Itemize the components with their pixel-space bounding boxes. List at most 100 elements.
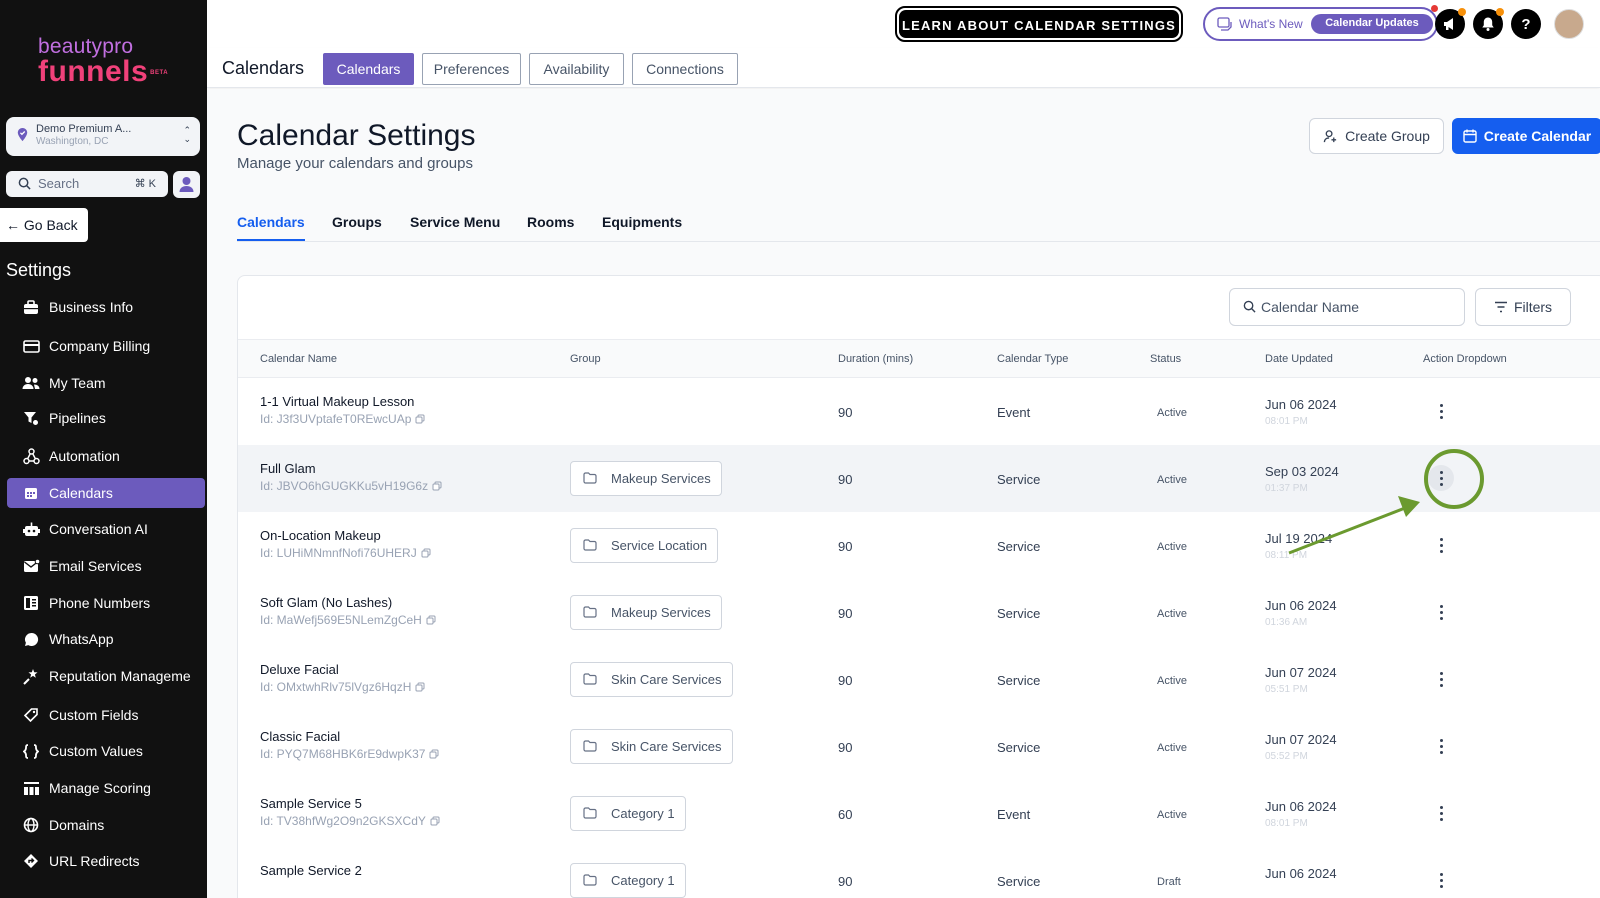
brand-logo[interactable]: beautypro funnels BETA — [38, 36, 168, 87]
action-dropdown-button[interactable] — [1428, 867, 1454, 893]
whats-new-button[interactable]: What's New Calendar Updates — [1203, 5, 1438, 41]
tab-preferences[interactable]: Preferences — [422, 53, 521, 85]
table-row[interactable]: 1-1 Virtual Makeup Lesson Id: J3f3UVptafe… — [238, 378, 1600, 446]
sidebar-item-company-billing[interactable]: Company Billing — [7, 331, 205, 361]
group-chip[interactable]: Skin Care Services — [570, 729, 733, 764]
location-switcher[interactable]: Demo Premium A... Washington, DC ⌃ ⌄ — [6, 117, 200, 156]
subtab-rooms[interactable]: Rooms — [527, 214, 574, 230]
group-chip[interactable]: Category 1 — [570, 863, 686, 898]
calendar-icon — [1463, 129, 1477, 143]
sidebar-item-phone-numbers[interactable]: Phone Numbers — [7, 588, 205, 618]
sub-header: Calendars Calendars Preferences Availabi… — [207, 48, 1600, 88]
header-group[interactable]: Group — [570, 353, 601, 365]
calendar-name[interactable]: Sample Service 2 — [260, 863, 362, 878]
copy-icon[interactable] — [426, 615, 436, 625]
table-header: Calendar Name Group Duration (mins) Cale… — [238, 339, 1600, 378]
subtab-equipments[interactable]: Equipments — [602, 214, 682, 230]
create-calendar-button[interactable]: Create Calendar — [1452, 118, 1600, 154]
calendar-name[interactable]: Soft Glam (No Lashes) — [260, 595, 392, 610]
search-icon — [18, 177, 31, 190]
tag-icon — [22, 706, 40, 724]
sidebar-item-automation[interactable]: Automation — [7, 441, 205, 471]
table-row[interactable]: Deluxe Facial Id: OMxtwhRlv75lVgz6HqzH Ski… — [238, 646, 1600, 714]
calendar-search-placeholder: Calendar Name — [1261, 299, 1360, 315]
sidebar-item-email-services[interactable]: Email Services — [7, 551, 205, 581]
calendar-name[interactable]: 1-1 Virtual Makeup Lesson — [260, 394, 414, 409]
sidebar-search[interactable]: Search ⌘ K — [6, 171, 168, 197]
table-row[interactable]: Soft Glam (No Lashes) Id: MaWefj569E5NLem… — [238, 579, 1600, 647]
action-dropdown-button[interactable] — [1428, 733, 1454, 759]
help-button[interactable]: ? — [1511, 9, 1541, 39]
braces-icon — [22, 742, 40, 760]
calendar-name[interactable]: Sample Service 5 — [260, 796, 362, 811]
sidebar-item-conversation-ai[interactable]: Conversation AI — [7, 514, 205, 544]
section-title: Calendars — [222, 58, 305, 78]
copy-icon[interactable] — [432, 481, 442, 491]
sidebar-item-custom-fields[interactable]: Custom Fields — [7, 700, 205, 730]
copy-icon[interactable] — [430, 816, 440, 826]
group-label: Category 1 — [611, 873, 675, 888]
announcement-button[interactable] — [1435, 8, 1466, 39]
group-chip[interactable]: Makeup Services — [570, 461, 722, 496]
sidebar-item-manage-scoring[interactable]: Manage Scoring — [7, 773, 205, 803]
notifications-button[interactable] — [1473, 8, 1504, 39]
action-dropdown-button[interactable] — [1428, 666, 1454, 692]
sidebar-item-pipelines[interactable]: Pipelines — [7, 403, 205, 433]
tab-calendars[interactable]: Calendars — [323, 53, 414, 85]
avatar[interactable] — [1554, 9, 1584, 39]
table-row[interactable]: Sample Service 2 Category 1 90 Service Draft… — [238, 847, 1600, 898]
status-badge: Active — [1157, 675, 1187, 687]
calendar-name[interactable]: Deluxe Facial — [260, 662, 339, 677]
sidebar-item-my-team[interactable]: My Team — [7, 368, 205, 398]
user-profile-button[interactable] — [173, 171, 200, 198]
action-dropdown-button[interactable] — [1428, 532, 1454, 558]
tab-connections[interactable]: Connections — [632, 53, 738, 85]
calendar-name[interactable]: Classic Facial — [260, 729, 340, 744]
go-back-button[interactable]: ← Go Back — [0, 208, 88, 242]
subtab-groups[interactable]: Groups — [332, 214, 382, 230]
header-status[interactable]: Status — [1150, 353, 1181, 365]
group-chip[interactable]: Service Location — [570, 528, 719, 563]
sidebar-item-whatsapp[interactable]: WhatsApp — [7, 624, 205, 654]
date-updated: Jul 19 2024 — [1265, 531, 1333, 546]
subtab-calendars[interactable]: Calendars — [237, 214, 305, 241]
table-row[interactable]: Sample Service 5 Id: TV38hfWg2O9n2GKSXCdY… — [238, 780, 1600, 848]
header-calendar-type[interactable]: Calendar Type — [997, 353, 1068, 365]
status-badge: Active — [1157, 608, 1187, 620]
folder-icon — [583, 673, 597, 688]
header-duration[interactable]: Duration (mins) — [838, 353, 913, 365]
sidebar-item-url-redirects[interactable]: URL Redirects — [7, 846, 205, 876]
tab-availability[interactable]: Availability — [529, 53, 624, 85]
group-chip[interactable]: Makeup Services — [570, 595, 722, 630]
duration: 90 — [838, 472, 853, 487]
table-row[interactable]: Full Glam Id: JBVO6hGUGKKu5vH19G6z Makeup … — [238, 445, 1600, 513]
copy-icon[interactable] — [421, 548, 431, 558]
header-date-updated[interactable]: Date Updated — [1265, 353, 1333, 365]
filters-button[interactable]: Filters — [1475, 288, 1571, 326]
sidebar-item-calendars[interactable]: Calendars — [7, 478, 205, 508]
action-dropdown-button[interactable] — [1428, 800, 1454, 826]
sidebar-item-business-info[interactable]: Business Info — [7, 292, 205, 322]
action-dropdown-button[interactable] — [1428, 599, 1454, 625]
sidebar-item-custom-values[interactable]: Custom Values — [7, 736, 205, 766]
sidebar-item-domains[interactable]: Domains — [7, 810, 205, 840]
learn-calendar-settings-button[interactable]: LEARN ABOUT CALENDAR SETTINGS — [895, 6, 1183, 42]
copy-icon[interactable] — [429, 749, 439, 759]
subtab-service-menu[interactable]: Service Menu — [410, 214, 500, 230]
header-calendar-name[interactable]: Calendar Name — [260, 353, 337, 365]
table-row[interactable]: On-Location Makeup Id: LUHiMNmnfNofi76UHE… — [238, 512, 1600, 580]
copy-icon[interactable] — [415, 682, 425, 692]
sidebar-item-label: URL Redirects — [49, 853, 140, 869]
group-chip[interactable]: Skin Care Services — [570, 662, 733, 697]
action-dropdown-button[interactable] — [1428, 398, 1454, 424]
filters-label: Filters — [1513, 299, 1553, 315]
copy-icon[interactable] — [415, 414, 425, 424]
table-row[interactable]: Classic Facial Id: PYQ7M68HBK6rE9dwpK37 Sk… — [238, 713, 1600, 781]
group-chip[interactable]: Category 1 — [570, 796, 686, 831]
time-updated: 05:51 PM — [1265, 684, 1308, 695]
calendar-name[interactable]: Full Glam — [260, 461, 316, 476]
create-group-button[interactable]: Create Group — [1309, 118, 1444, 154]
sidebar-item-reputation-manageme[interactable]: Reputation Manageme — [7, 661, 205, 691]
calendar-name[interactable]: On-Location Makeup — [260, 528, 381, 543]
calendar-name-search[interactable]: Calendar Name — [1229, 288, 1465, 326]
